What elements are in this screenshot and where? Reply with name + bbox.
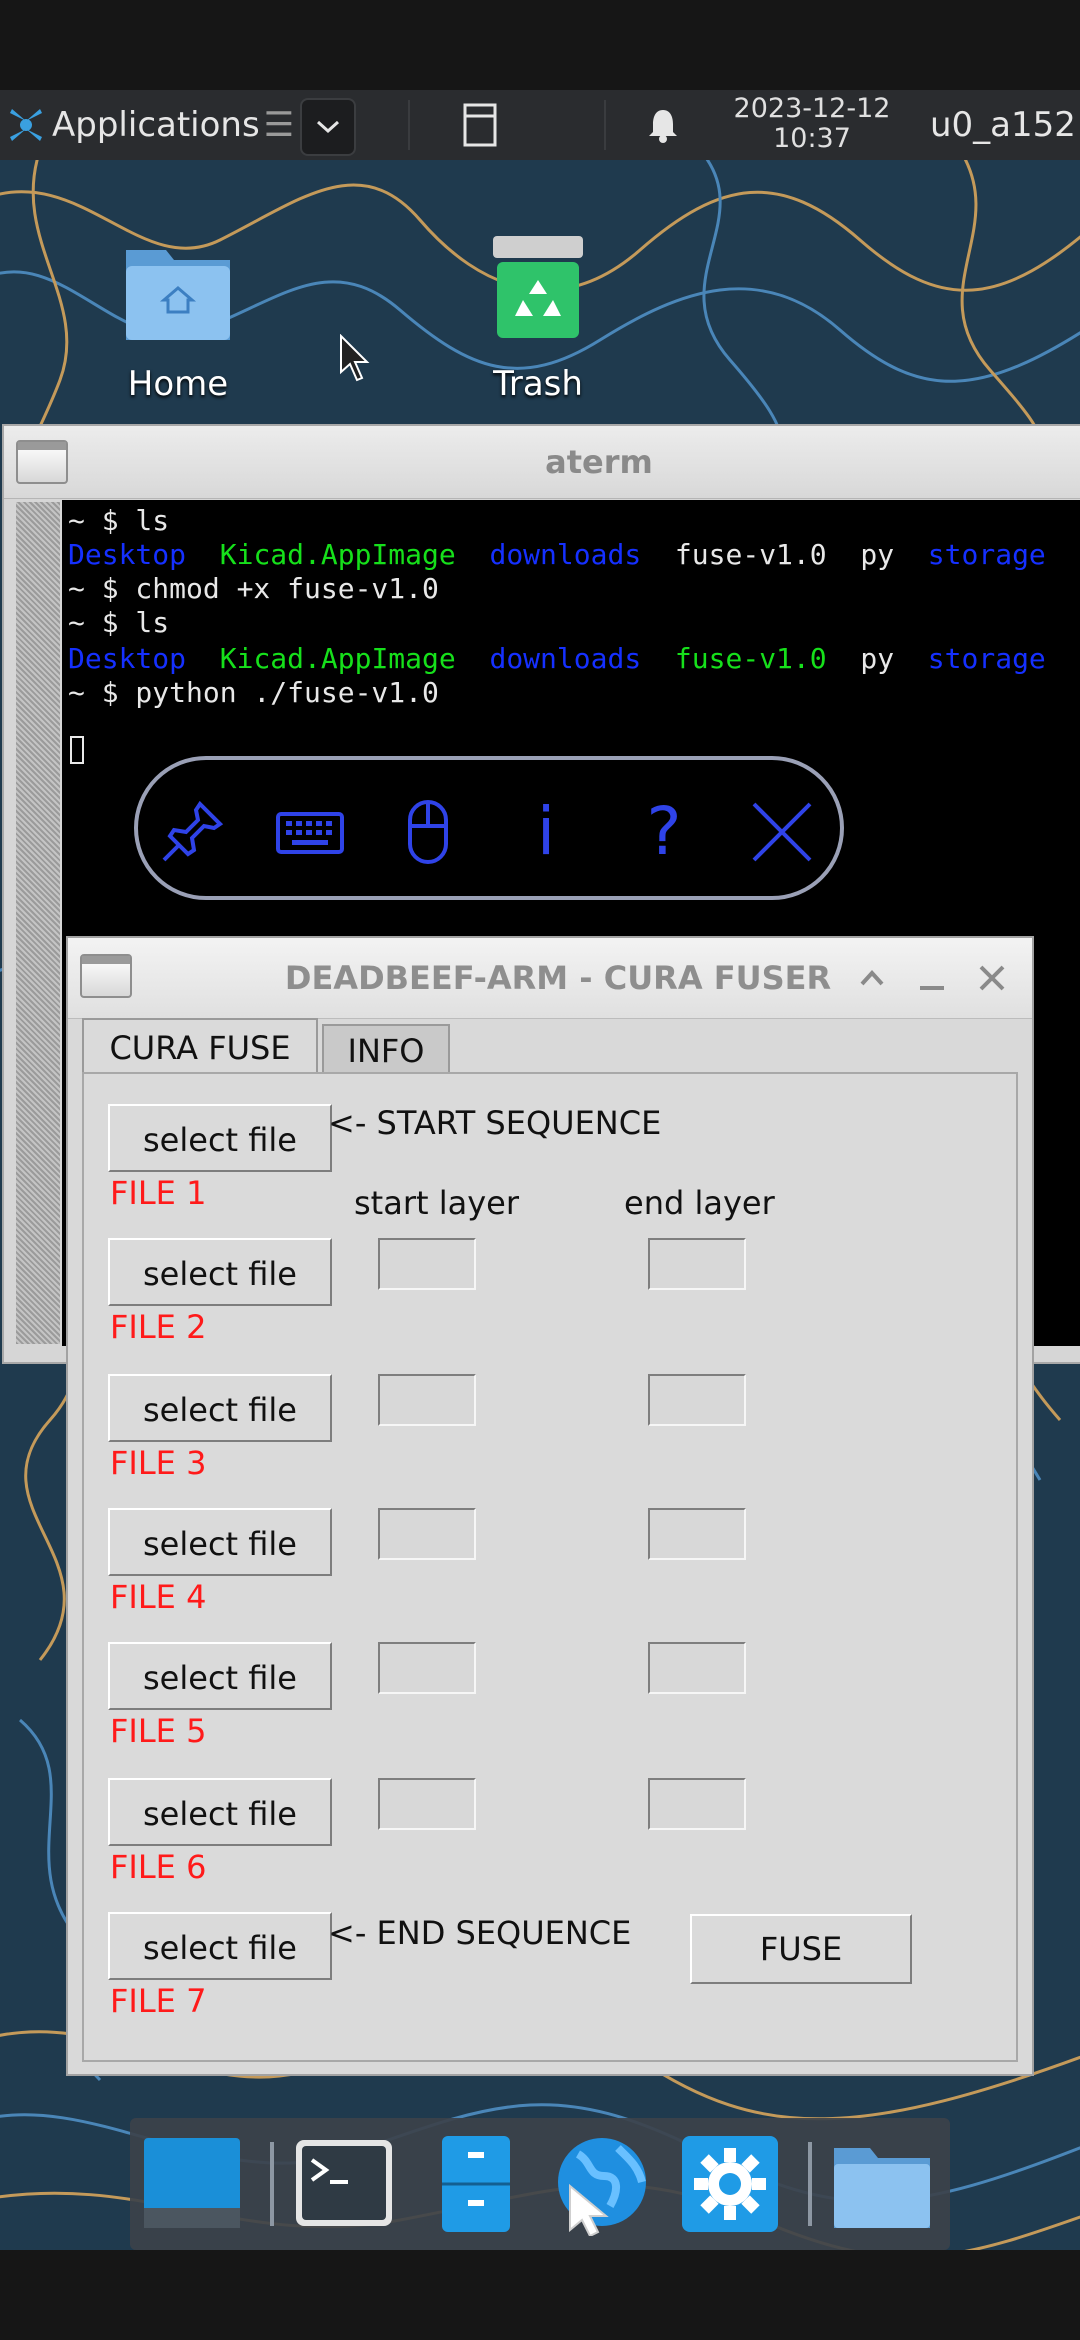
applications-menu-button[interactable]: Applications ☰ [6, 90, 294, 160]
end-layer-input-3[interactable] [648, 1374, 746, 1426]
panel-separator [604, 100, 606, 150]
window-menu-icon[interactable] [80, 954, 132, 998]
desktop-icon-label: Trash [493, 364, 583, 404]
applications-label: Applications [52, 105, 260, 145]
ls-entry-fuse: fuse-v1.0 [674, 538, 827, 571]
select-file-button-3[interactable]: select file [108, 1374, 332, 1442]
folder-icon[interactable] [830, 2132, 934, 2236]
ls-entry-kicad: Kicad.AppImage [219, 538, 456, 571]
clock-date: 2023-12-12 [733, 93, 891, 124]
ls-entry-downloads: downloads [489, 642, 642, 675]
start-layer-input-3[interactable] [378, 1374, 476, 1426]
close-icon[interactable] [974, 960, 1010, 996]
minimize-icon[interactable] [914, 960, 950, 996]
select-file-button-6[interactable]: select file [108, 1778, 332, 1846]
floating-toolbar: i ? [134, 756, 844, 900]
ls-entry-storage: storage [927, 538, 1046, 571]
mouse-pointer-icon [340, 334, 370, 382]
file-label-2: FILE 2 [110, 1308, 207, 1346]
select-file-button-1[interactable]: select file [108, 1104, 332, 1172]
dock-separator [270, 2142, 274, 2226]
panel-clock[interactable]: 2023-12-12 10:37 [722, 94, 902, 154]
dock [130, 2118, 950, 2250]
trash-icon [493, 236, 583, 338]
clock-time: 10:37 [773, 123, 851, 154]
xfce-logo-icon [10, 109, 42, 141]
end-layer-header: end layer [624, 1184, 775, 1222]
end-sequence-label: <- END SEQUENCE [328, 1914, 632, 1952]
start-layer-input-2[interactable] [378, 1238, 476, 1290]
select-file-button-2[interactable]: select file [108, 1238, 332, 1306]
end-layer-input-4[interactable] [648, 1508, 746, 1560]
file-cabinet-icon[interactable] [424, 2132, 528, 2236]
mouse-icon[interactable] [392, 796, 464, 868]
terminal-scrollbar[interactable] [16, 502, 60, 1344]
start-layer-input-6[interactable] [378, 1778, 476, 1830]
settings-gear-icon[interactable] [678, 2132, 782, 2236]
pin-icon[interactable] [156, 796, 228, 868]
menu-lines-icon: ☰ [263, 105, 295, 145]
info-icon[interactable]: i [510, 796, 582, 868]
ls-entry-downloads: downloads [489, 538, 642, 571]
terminal-line: ~ $ python ./fuse-v1.0 [68, 676, 439, 709]
home-folder-icon [126, 250, 230, 340]
file-label-6: FILE 6 [110, 1848, 207, 1886]
terminal-line: ~ $ ls [68, 606, 170, 639]
start-sequence-label: <- START SEQUENCE [328, 1104, 662, 1142]
window-buttons-icon[interactable] [462, 102, 498, 148]
select-file-button-4[interactable]: select file [108, 1508, 332, 1576]
file-label-7: FILE 7 [110, 1982, 207, 2020]
cura-fuser-titlebar[interactable]: DEADBEEF-ARM - CURA FUSER [68, 938, 1032, 1019]
panel-dropdown-button[interactable] [300, 98, 356, 156]
fuse-button[interactable]: FUSE [690, 1914, 912, 1984]
select-file-button-7[interactable]: select file [108, 1912, 332, 1980]
ls-entry-fuse: fuse-v1.0 [674, 642, 827, 675]
panel-separator [408, 100, 410, 150]
terminal-ls-output: Desktop Kicad.AppImage downloads fuse-v1… [68, 538, 1080, 571]
keyboard-icon[interactable] [274, 796, 346, 868]
end-layer-input-5[interactable] [648, 1642, 746, 1694]
end-layer-input-6[interactable] [648, 1778, 746, 1830]
terminal-line: ~ $ chmod +x fuse-v1.0 [68, 572, 439, 605]
file-label-3: FILE 3 [110, 1444, 207, 1482]
web-browser-icon[interactable] [548, 2132, 652, 2236]
ls-entry-kicad: Kicad.AppImage [219, 642, 456, 675]
ls-entry-storage: storage [927, 642, 1046, 675]
terminal-line: ~ $ ls [68, 504, 170, 537]
desktop-icon-label: Home [127, 364, 229, 404]
terminal-icon[interactable] [292, 2132, 396, 2236]
file-label-1: FILE 1 [110, 1174, 207, 1212]
tab-info[interactable]: INFO [322, 1024, 450, 1074]
close-icon[interactable] [746, 796, 818, 868]
select-file-button-5[interactable]: select file [108, 1642, 332, 1710]
maximize-icon[interactable] [854, 960, 890, 996]
ls-entry-desktop: Desktop [68, 642, 187, 675]
dock-separator [808, 2142, 812, 2226]
chevron-down-icon [316, 120, 340, 134]
aterm-titlebar[interactable]: aterm [4, 426, 1080, 499]
top-panel: Applications ☰ 2023-12-12 10:37 u0_a152 [0, 90, 1080, 160]
start-layer-header: start layer [354, 1184, 519, 1222]
ls-entry-py: py [860, 642, 895, 675]
file-label-4: FILE 4 [110, 1578, 207, 1616]
file-label-5: FILE 5 [110, 1712, 207, 1750]
terminal-ls-output: Desktop Kicad.AppImage downloads fuse-v1… [68, 642, 1080, 675]
terminal-cursor [70, 736, 84, 764]
notification-bell-icon[interactable] [644, 106, 682, 144]
aterm-title: aterm [545, 443, 653, 481]
start-layer-input-4[interactable] [378, 1508, 476, 1560]
ls-entry-desktop: Desktop [68, 538, 187, 571]
help-icon[interactable]: ? [628, 796, 700, 868]
tab-cura-fuse[interactable]: CURA FUSE [82, 1018, 318, 1074]
ls-entry-py: py [860, 538, 895, 571]
user-menu[interactable]: u0_a152 [930, 90, 1076, 160]
start-layer-input-5[interactable] [378, 1642, 476, 1694]
end-layer-input-2[interactable] [648, 1238, 746, 1290]
show-desktop-icon[interactable] [140, 2132, 244, 2236]
